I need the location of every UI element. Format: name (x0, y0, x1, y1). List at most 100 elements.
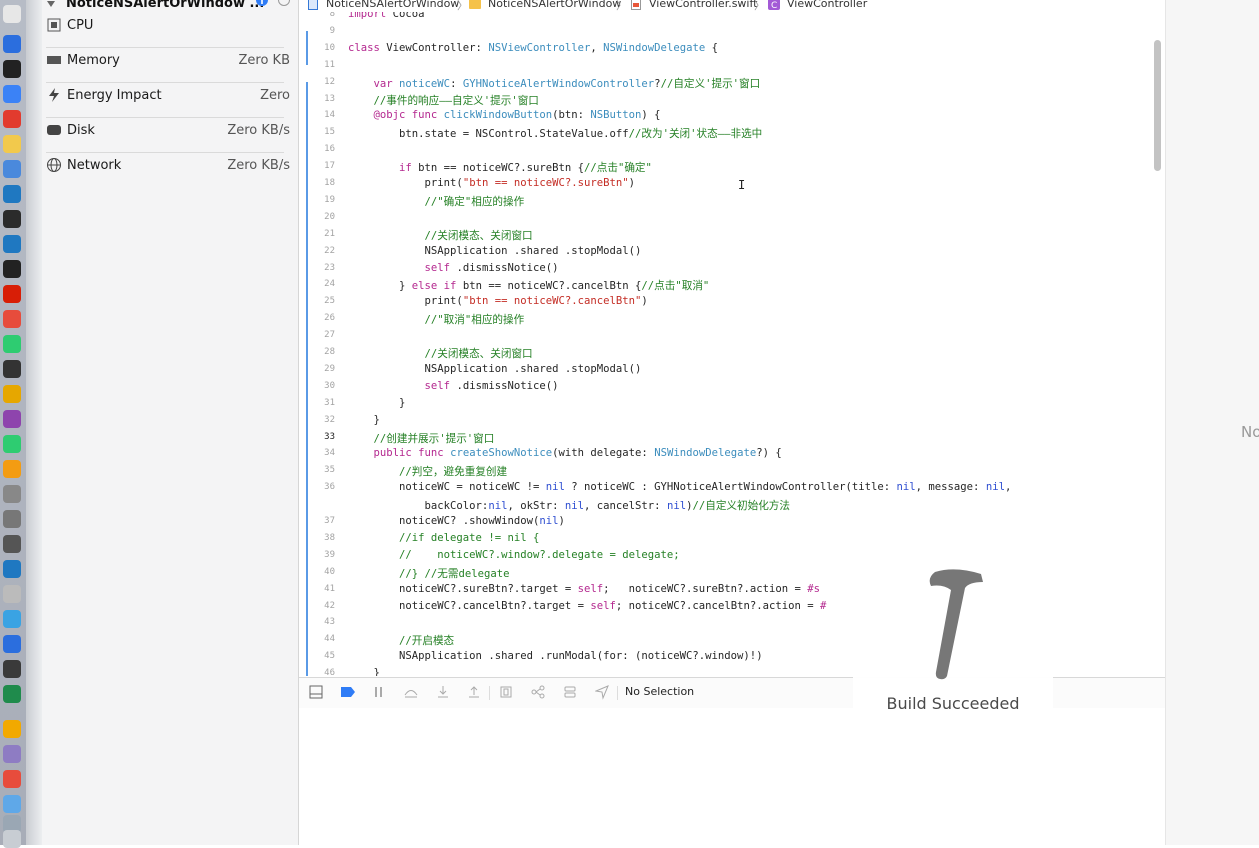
simulate-location-icon[interactable] (595, 685, 611, 701)
gauge-network[interactable]: Network Zero KB/s (46, 148, 294, 182)
code-line[interactable]: } (348, 414, 380, 426)
dock-app-icon[interactable] (3, 485, 21, 503)
breadcrumb-project[interactable]: NoticeNSAlertOrWindow (326, 0, 459, 10)
hide-debug-area-icon[interactable] (309, 685, 325, 701)
code-line[interactable]: NSApplication .shared .stopModal() (348, 245, 642, 257)
dock-app-icon[interactable] (3, 60, 21, 78)
step-into-icon[interactable] (436, 685, 452, 701)
code-line[interactable]: //} //无需delegate (348, 566, 510, 581)
code-line[interactable]: //"取消"相应的操作 (348, 312, 525, 327)
code-line[interactable]: @objc func clickWindowButton(btn: NSButt… (348, 109, 661, 121)
step-over-icon[interactable] (403, 685, 419, 701)
code-line[interactable]: noticeWC? .showWindow(nil) (348, 515, 565, 527)
code-line[interactable]: print("btn == noticeWC?.cancelBtn") (348, 295, 648, 307)
code-line[interactable]: var noticeWC: GYHNoticeAlertWindowContro… (348, 76, 761, 91)
dock-app-icon[interactable] (3, 85, 21, 103)
process-icon[interactable] (277, 0, 291, 7)
gauge-memory[interactable]: Memory Zero KB (46, 43, 294, 77)
code-line[interactable]: backColor:nil, okStr: nil, cancelStr: ni… (348, 498, 790, 513)
breakpoints-toggle-icon[interactable] (340, 685, 356, 701)
hammer-icon (929, 569, 983, 680)
code-line[interactable]: //关闭模态、关闭窗口 (348, 346, 533, 361)
dock-app-icon[interactable] (3, 560, 21, 578)
code-line[interactable]: } else if btn == noticeWC?.cancelBtn {//… (348, 278, 709, 293)
code-token: //自定义初始化方法 (692, 500, 790, 513)
dock-app-icon[interactable] (3, 110, 21, 128)
info-icon[interactable] (255, 0, 269, 7)
gauge-energy-impact[interactable]: Energy Impact Zero (46, 78, 294, 112)
code-line[interactable]: // noticeWC?.window?.delegate = delegate… (348, 549, 680, 561)
code-line[interactable]: noticeWC?.sureBtn?.target = self; notice… (348, 583, 820, 595)
dock-app-icon[interactable] (3, 635, 21, 653)
code-line[interactable]: btn.state = NSControl.StateValue.off//改为… (348, 126, 762, 141)
pause-icon[interactable] (372, 685, 388, 701)
code-line[interactable]: NSApplication .shared .stopModal() (348, 363, 642, 375)
dock-app-icon[interactable] (3, 335, 21, 353)
dock-app-icon[interactable] (3, 770, 21, 788)
dock-app-icon[interactable] (3, 235, 21, 253)
code-line[interactable]: NSApplication .shared .runModal(for: (no… (348, 650, 763, 662)
step-out-icon[interactable] (467, 685, 483, 701)
dock-app-icon[interactable] (3, 585, 21, 603)
dock-app-icon[interactable] (3, 5, 21, 23)
breadcrumb-symbol[interactable]: ViewController (787, 0, 867, 10)
dock-app-icon[interactable] (3, 460, 21, 478)
gauge-cpu[interactable]: CPU (46, 8, 294, 42)
dock-app-icon[interactable] (3, 795, 21, 813)
code-line[interactable]: noticeWC = noticeWC != nil ? noticeWC : … (348, 481, 1011, 493)
code-token: # (820, 599, 827, 612)
memory-graph-icon[interactable] (531, 685, 547, 701)
dock-app-icon[interactable] (3, 285, 21, 303)
code-line[interactable]: //if delegate != nil { (348, 532, 539, 544)
dock-app-icon[interactable] (3, 35, 21, 53)
code-line[interactable]: class ViewController: NSViewController, … (348, 42, 718, 54)
breadcrumb-file[interactable]: ViewController.swift (649, 0, 757, 10)
dock-app-icon[interactable] (3, 685, 21, 703)
code-token: public func (373, 447, 444, 460)
dock-app-icon[interactable] (3, 360, 21, 378)
dock-app-icon[interactable] (3, 745, 21, 763)
code-line[interactable]: public func createShowNotice(with delega… (348, 447, 782, 459)
code-line[interactable]: //事件的响应——自定义'提示'窗口 (348, 93, 539, 108)
dock-app-icon[interactable] (3, 720, 21, 738)
code-token: //"取消"相应的操作 (348, 314, 525, 327)
line-number: 33 (324, 431, 335, 442)
dock-app-icon[interactable] (3, 135, 21, 153)
gauge-label: Memory (67, 53, 120, 68)
code-line[interactable]: import Cocoa (348, 12, 425, 20)
code-line[interactable]: //"确定"相应的操作 (348, 194, 525, 209)
code-line[interactable]: //开启模态 (348, 633, 454, 648)
dock-app-icon[interactable] (3, 210, 21, 228)
code-line[interactable]: //关闭模态、关闭窗口 (348, 228, 533, 243)
dock-app-icon[interactable] (3, 610, 21, 628)
environment-overrides-icon[interactable] (563, 685, 579, 701)
code-line[interactable]: noticeWC?.cancelBtn?.target = self; noti… (348, 600, 826, 612)
dock-app-icon[interactable] (3, 830, 21, 848)
code-token: nil (985, 481, 1005, 494)
code-line[interactable]: } (348, 667, 380, 676)
dock-app-icon[interactable] (3, 510, 21, 528)
breadcrumb-group[interactable]: NoticeNSAlertOrWindow (488, 0, 621, 10)
dock-app-icon[interactable] (3, 310, 21, 328)
dock-app-icon[interactable] (3, 260, 21, 278)
code-line[interactable]: //判空，避免重复创建 (348, 464, 507, 479)
dock-app-icon[interactable] (3, 660, 21, 678)
dock-app-icon[interactable] (3, 185, 21, 203)
code-line[interactable]: self .dismissNotice() (348, 262, 559, 274)
gauge-disk[interactable]: Disk Zero KB/s (46, 113, 294, 147)
dock-app-icon[interactable] (3, 385, 21, 403)
editor-scrollbar[interactable] (1154, 40, 1161, 171)
dock-app-icon[interactable] (3, 435, 21, 453)
code-line[interactable]: print("btn == noticeWC?.sureBtn") (348, 177, 636, 189)
dock-app-icon[interactable] (3, 160, 21, 178)
code-token: self (424, 379, 451, 392)
dock-app-icon[interactable] (3, 410, 21, 428)
code-line[interactable]: } (348, 397, 405, 409)
view-hierarchy-icon[interactable] (499, 685, 515, 701)
code-line[interactable]: self .dismissNotice() (348, 380, 559, 392)
code-line[interactable]: if btn == noticeWC?.sureBtn {//点击"确定" (348, 160, 652, 175)
code-line[interactable]: //创建并展示'提示'窗口 (348, 431, 495, 446)
dock-app-icon[interactable] (3, 535, 21, 553)
breadcrumb-chevron-icon: 〉 (754, 0, 765, 12)
